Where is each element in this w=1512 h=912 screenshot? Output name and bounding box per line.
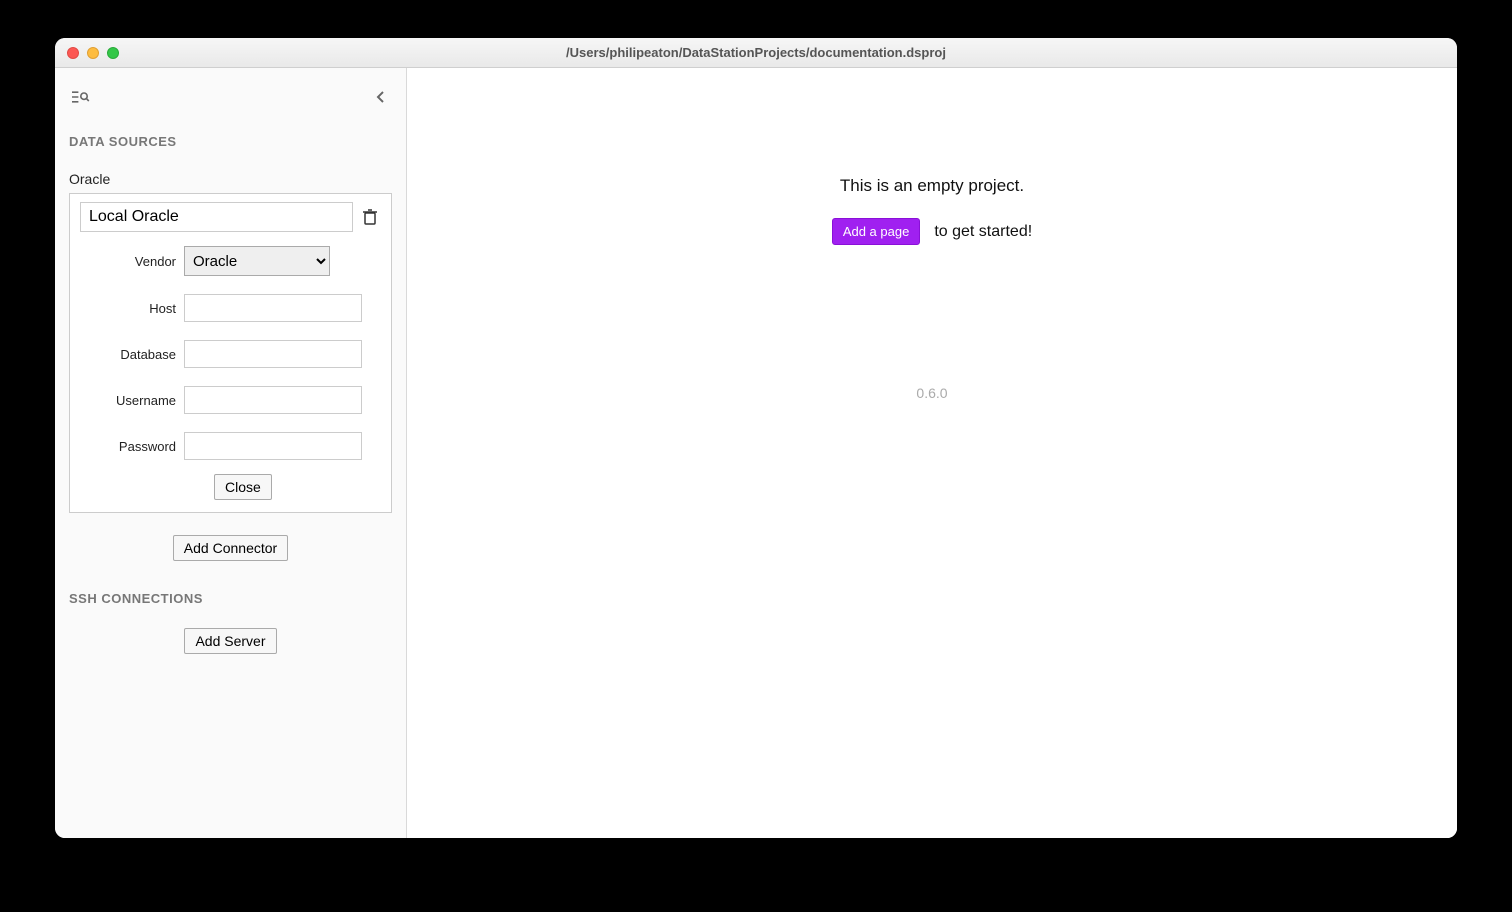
main-content: This is an empty project. Add a page to … <box>407 68 1457 838</box>
window-title: /Users/philipeaton/DataStationProjects/d… <box>55 45 1457 60</box>
close-window-icon[interactable] <box>67 47 79 59</box>
empty-project-message: This is an empty project. <box>840 176 1024 196</box>
username-row: Username <box>80 386 381 414</box>
close-row: Close <box>80 474 381 500</box>
password-input[interactable] <box>184 432 362 460</box>
version-label: 0.6.0 <box>916 385 947 401</box>
host-label: Host <box>80 301 184 316</box>
sidebar: DATA SOURCES Oracle Vendor <box>55 68 407 838</box>
host-row: Host <box>80 294 381 322</box>
ssh-connections-header: SSH CONNECTIONS <box>69 591 392 606</box>
database-label: Database <box>80 347 184 362</box>
database-input[interactable] <box>184 340 362 368</box>
minimize-window-icon[interactable] <box>87 47 99 59</box>
connector-name-row <box>80 202 381 232</box>
database-row: Database <box>80 340 381 368</box>
app-body: DATA SOURCES Oracle Vendor <box>55 68 1457 838</box>
add-page-row: Add a page to get started! <box>832 218 1032 245</box>
connector-name-input[interactable] <box>80 202 353 232</box>
add-page-button[interactable]: Add a page <box>832 218 921 245</box>
host-input[interactable] <box>184 294 362 322</box>
data-sources-header: DATA SOURCES <box>69 134 392 149</box>
search-icon[interactable] <box>69 86 91 108</box>
get-started-text: to get started! <box>934 223 1032 241</box>
titlebar[interactable]: /Users/philipeaton/DataStationProjects/d… <box>55 38 1457 68</box>
username-input[interactable] <box>184 386 362 414</box>
close-connector-button[interactable]: Close <box>214 474 272 500</box>
traffic-lights <box>67 47 119 59</box>
vendor-select[interactable]: Oracle <box>184 246 330 276</box>
add-server-row: Add Server <box>69 628 392 654</box>
add-connector-button[interactable]: Add Connector <box>173 535 288 561</box>
vendor-row: Vendor Oracle <box>80 246 381 276</box>
sidebar-top <box>69 86 392 108</box>
app-window: /Users/philipeaton/DataStationProjects/d… <box>55 38 1457 838</box>
add-connector-row: Add Connector <box>69 535 392 561</box>
delete-connector-icon[interactable] <box>359 206 381 228</box>
password-row: Password <box>80 432 381 460</box>
password-label: Password <box>80 439 184 454</box>
add-server-button[interactable]: Add Server <box>184 628 276 654</box>
username-label: Username <box>80 393 184 408</box>
data-source-type-label: Oracle <box>69 171 392 187</box>
vendor-label: Vendor <box>80 254 184 269</box>
connector-panel: Vendor Oracle Host Database Username <box>69 193 392 513</box>
collapse-sidebar-icon[interactable] <box>370 86 392 108</box>
maximize-window-icon[interactable] <box>107 47 119 59</box>
